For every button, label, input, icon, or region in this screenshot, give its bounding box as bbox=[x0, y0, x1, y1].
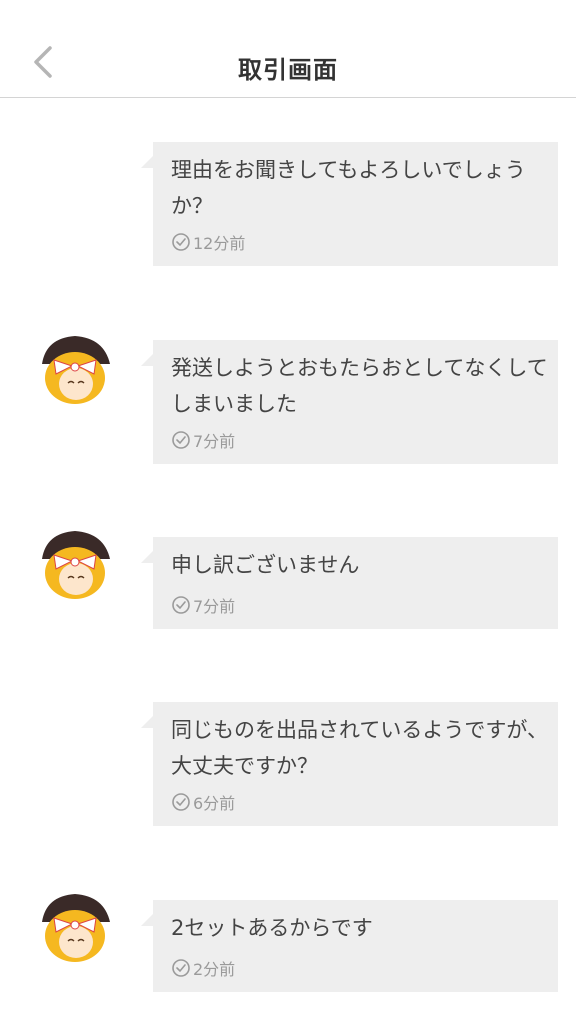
clock-icon bbox=[172, 233, 190, 251]
message-time: 7分前 bbox=[171, 428, 235, 452]
message-bubble: 申し訳ございません 7分前 bbox=[141, 537, 558, 629]
time-label: 12分前 bbox=[193, 234, 246, 253]
avatar-image bbox=[36, 888, 114, 966]
avatar-image bbox=[36, 525, 114, 603]
message-item: 2セットあるからです 2分前 bbox=[0, 888, 576, 992]
clock-icon bbox=[172, 959, 190, 977]
message-bubble: 同じものを出品されているようですが、大丈夫ですか？ 6分前 bbox=[141, 702, 558, 826]
header-bar: 取引画面 bbox=[0, 0, 576, 98]
message-time: 7分前 bbox=[171, 593, 235, 617]
clock-icon bbox=[172, 793, 190, 811]
message-item: 発送しようとおもたらおとしてなくしてしまいました 7分前 bbox=[0, 330, 576, 464]
avatar[interactable] bbox=[36, 888, 114, 966]
time-label: 2分前 bbox=[193, 960, 236, 979]
clock-icon bbox=[172, 596, 190, 614]
message-bubble: 2セットあるからです 2分前 bbox=[141, 900, 558, 992]
page-title: 取引画面 bbox=[238, 56, 338, 84]
avatar[interactable] bbox=[36, 525, 114, 603]
message-text: 同じものを出品されているようですが、大丈夫ですか？ bbox=[171, 718, 548, 778]
message-text: 申し訳ございません bbox=[171, 553, 360, 577]
time-label: 6分前 bbox=[193, 794, 236, 813]
trade-screen: 取引画面 理由をお聞きしてもよろしいでしょうか？ 12分前 発送しようとおもたら… bbox=[0, 0, 576, 1024]
message-time: 6分前 bbox=[171, 790, 235, 814]
message-item: 同じものを出品されているようですが、大丈夫ですか？ 6分前 bbox=[0, 702, 576, 826]
time-label: 7分前 bbox=[193, 597, 236, 616]
message-text: 2セットあるからです bbox=[171, 916, 373, 940]
clock-icon bbox=[172, 431, 190, 449]
message-time: 12分前 bbox=[171, 230, 245, 254]
time-label: 7分前 bbox=[193, 432, 236, 451]
avatar[interactable] bbox=[36, 330, 114, 408]
message-item: 申し訳ございません 7分前 bbox=[0, 525, 576, 629]
avatar-image bbox=[36, 330, 114, 408]
message-bubble: 発送しようとおもたらおとしてなくしてしまいました 7分前 bbox=[141, 340, 558, 464]
message-text: 理由をお聞きしてもよろしいでしょうか？ bbox=[171, 158, 526, 218]
message-time: 2分前 bbox=[171, 956, 235, 980]
message-bubble: 理由をお聞きしてもよろしいでしょうか？ 12分前 bbox=[141, 142, 558, 266]
message-text: 発送しようとおもたらおとしてなくしてしまいました bbox=[171, 356, 548, 416]
message-item: 理由をお聞きしてもよろしいでしょうか？ 12分前 bbox=[0, 142, 576, 266]
